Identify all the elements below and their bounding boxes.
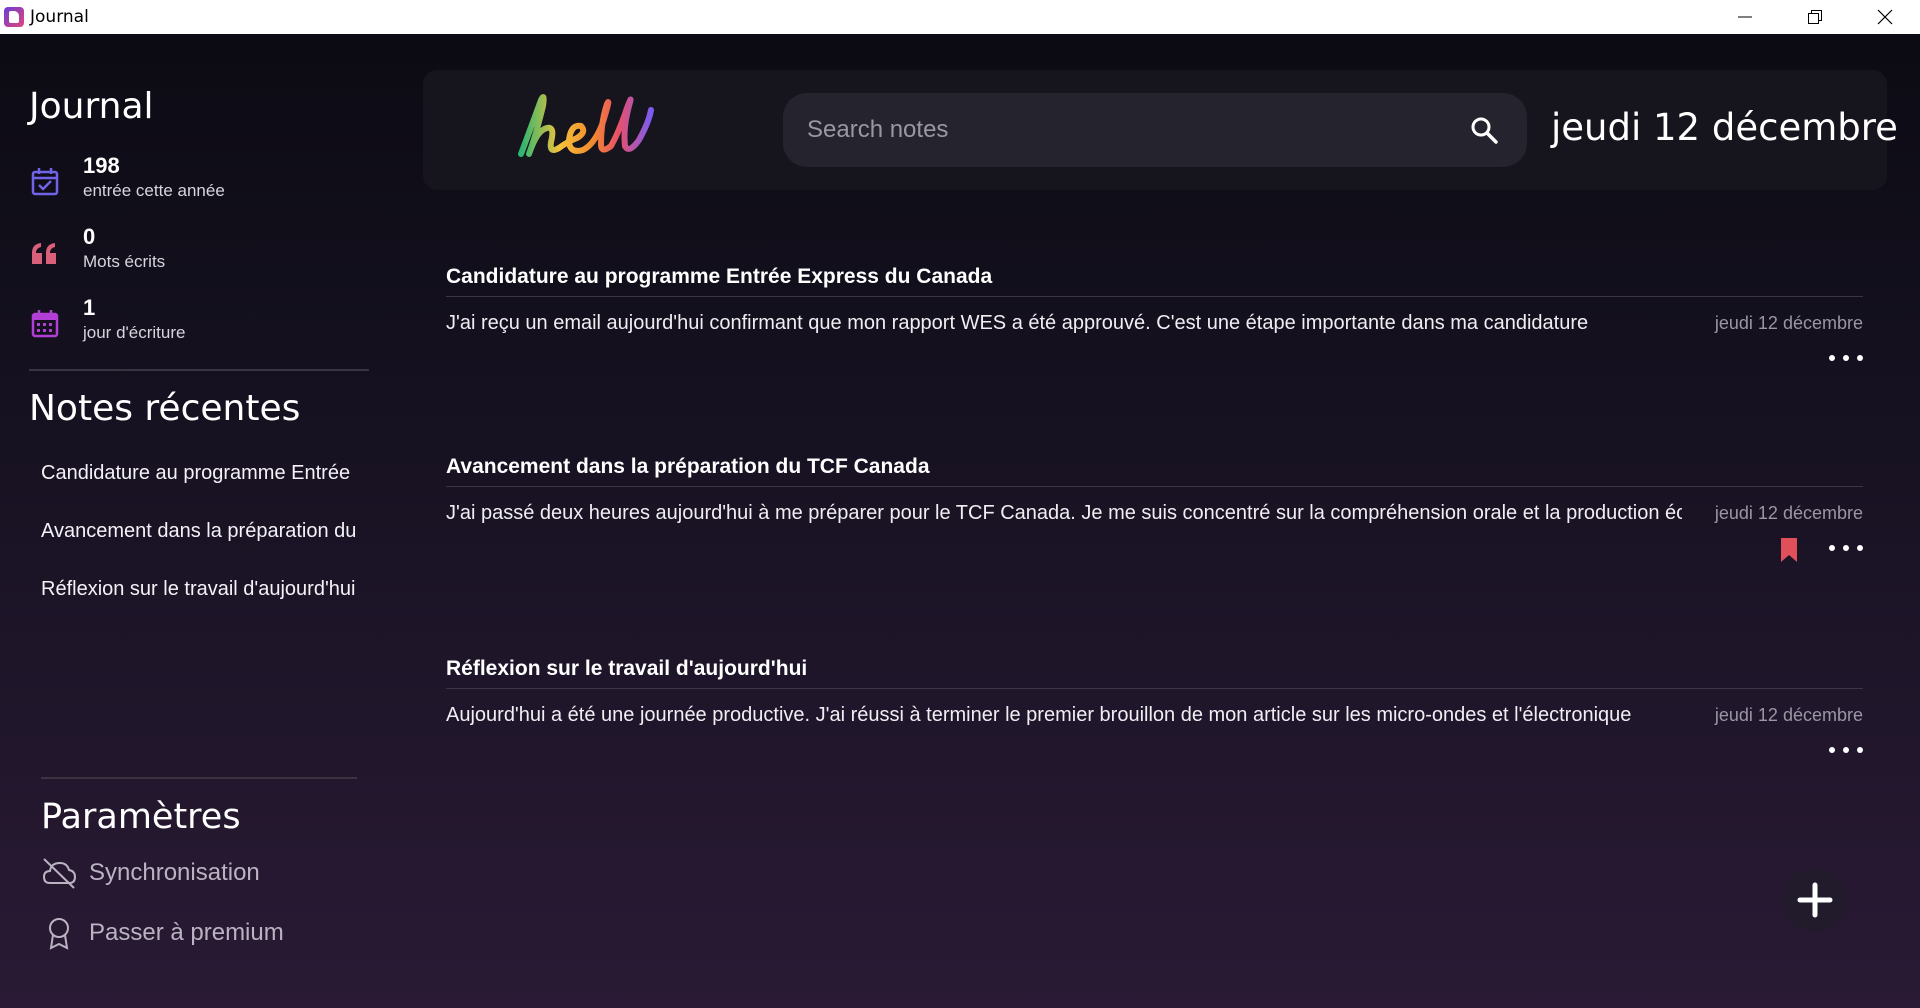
note-card[interactable]: Réflexion sur le travail d'aujourd'hui A… xyxy=(446,650,1863,753)
close-button[interactable] xyxy=(1850,0,1920,34)
current-date: jeudi 12 décembre xyxy=(1551,106,1898,149)
sidebar: Journal 198 entrée cette année 0 Mots éc… xyxy=(0,34,380,1008)
stat-label: Mots écrits xyxy=(83,252,166,271)
note-body[interactable]: Aujourd'hui a été une journée productive… xyxy=(446,704,1682,727)
sync-label: Synchronisation xyxy=(89,859,260,886)
note-divider xyxy=(446,486,1863,487)
cloud-off-icon xyxy=(42,858,77,889)
settings-title: Paramètres xyxy=(41,797,241,837)
recent-note-item[interactable]: Avancement dans la préparation du TCF Ca… xyxy=(41,520,357,543)
search-input[interactable] xyxy=(807,93,1427,167)
restore-button[interactable] xyxy=(1780,0,1850,34)
note-title[interactable]: Avancement dans la préparation du TCF Ca… xyxy=(446,448,1863,486)
stat-value: 198 xyxy=(83,153,120,178)
sidebar-divider xyxy=(29,369,369,371)
note-body[interactable]: J'ai passé deux heures aujourd'hui à me … xyxy=(446,502,1682,525)
search-bar xyxy=(783,93,1527,167)
stat-words: 0 Mots écrits xyxy=(29,223,369,273)
more-options-icon[interactable] xyxy=(1829,538,1863,558)
recent-note-item[interactable]: Réflexion sur le travail d'aujourd'hui xyxy=(41,578,357,601)
quote-icon xyxy=(32,243,56,264)
recent-notes-title: Notes récentes xyxy=(29,388,301,429)
plus-icon xyxy=(1797,882,1833,918)
title-bar: Journal xyxy=(0,0,1920,34)
more-options-icon[interactable] xyxy=(1829,348,1863,368)
hello-logo xyxy=(518,94,654,157)
note-card[interactable]: Candidature au programme Entrée Express … xyxy=(446,258,1863,361)
minimize-icon xyxy=(1738,16,1752,18)
sidebar-title: Journal xyxy=(29,86,154,127)
close-icon xyxy=(1877,9,1893,25)
note-title[interactable]: Réflexion sur le travail d'aujourd'hui xyxy=(446,650,1863,688)
stat-days: 1 jour d'écriture xyxy=(29,294,369,344)
stat-value: 0 xyxy=(83,224,96,249)
add-note-button[interactable] xyxy=(1783,868,1847,932)
calendar-grid-icon xyxy=(31,310,59,338)
minimize-button[interactable] xyxy=(1710,0,1780,34)
recent-note-item[interactable]: Candidature au programme Entrée Express … xyxy=(41,462,357,485)
stat-value: 1 xyxy=(83,295,96,320)
restore-icon xyxy=(1808,10,1822,24)
note-body[interactable]: J'ai reçu un email aujourd'hui confirman… xyxy=(446,312,1682,335)
premium-button[interactable]: Passer à premium xyxy=(41,915,284,951)
stat-label: jour d'écriture xyxy=(83,323,186,342)
bookmark-icon[interactable] xyxy=(1781,538,1797,562)
stat-label: entrée cette année xyxy=(83,181,225,200)
more-options-icon[interactable] xyxy=(1829,740,1863,760)
award-icon xyxy=(49,918,69,950)
premium-label: Passer à premium xyxy=(89,919,284,946)
note-date: jeudi 12 décembre xyxy=(1714,313,1863,333)
calendar-check-icon xyxy=(31,168,59,196)
note-title[interactable]: Candidature au programme Entrée Express … xyxy=(446,258,1863,296)
search-icon[interactable] xyxy=(1469,115,1499,145)
window-controls xyxy=(1710,0,1920,34)
note-card[interactable]: Avancement dans la préparation du TCF Ca… xyxy=(446,448,1863,562)
sync-button[interactable]: Synchronisation xyxy=(41,855,260,891)
settings-divider xyxy=(41,777,357,779)
stat-entries: 198 entrée cette année xyxy=(29,152,369,202)
note-divider xyxy=(446,688,1863,689)
note-date: jeudi 12 décembre xyxy=(1714,503,1863,523)
window-title: Journal xyxy=(30,7,89,27)
note-divider xyxy=(446,296,1863,297)
app-icon xyxy=(4,7,24,27)
note-date: jeudi 12 décembre xyxy=(1714,705,1863,725)
header: jeudi 12 décembre xyxy=(423,70,1898,190)
